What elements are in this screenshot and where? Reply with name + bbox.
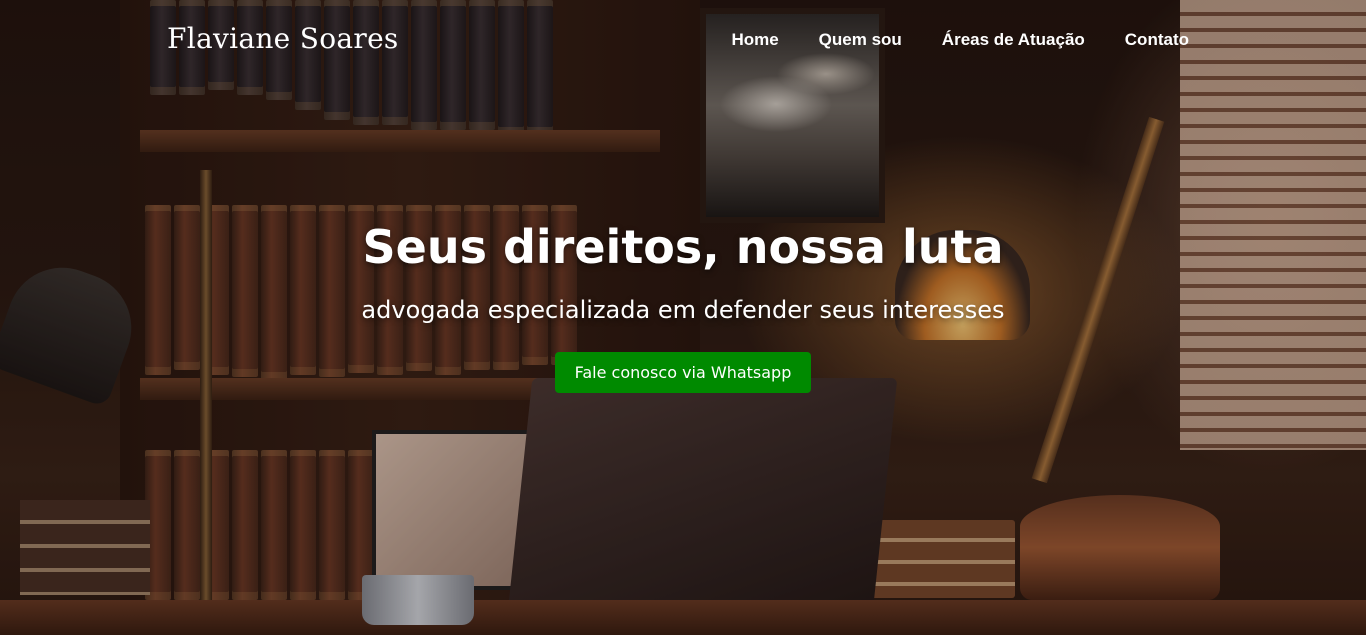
whatsapp-contact-button[interactable]: Fale conosco via Whatsapp bbox=[554, 352, 812, 393]
brand-logo[interactable]: Flaviane Soares bbox=[167, 22, 399, 55]
nav-link-quem-sou[interactable]: Quem sou bbox=[819, 30, 902, 50]
nav-link-home[interactable]: Home bbox=[731, 30, 778, 50]
nav-link-contato[interactable]: Contato bbox=[1125, 30, 1189, 50]
hero-content: Seus direitos, nossa luta advogada espec… bbox=[0, 220, 1366, 393]
hero-subtitle: advogada especializada em defender seus … bbox=[361, 296, 1005, 324]
nav-menu: Home Quem sou Áreas de Atuação Contato bbox=[731, 30, 1189, 50]
hero-title: Seus direitos, nossa luta bbox=[362, 220, 1004, 274]
nav-link-areas-de-atuacao[interactable]: Áreas de Atuação bbox=[942, 30, 1085, 50]
navbar: Flaviane Soares Home Quem sou Áreas de A… bbox=[0, 0, 1366, 84]
